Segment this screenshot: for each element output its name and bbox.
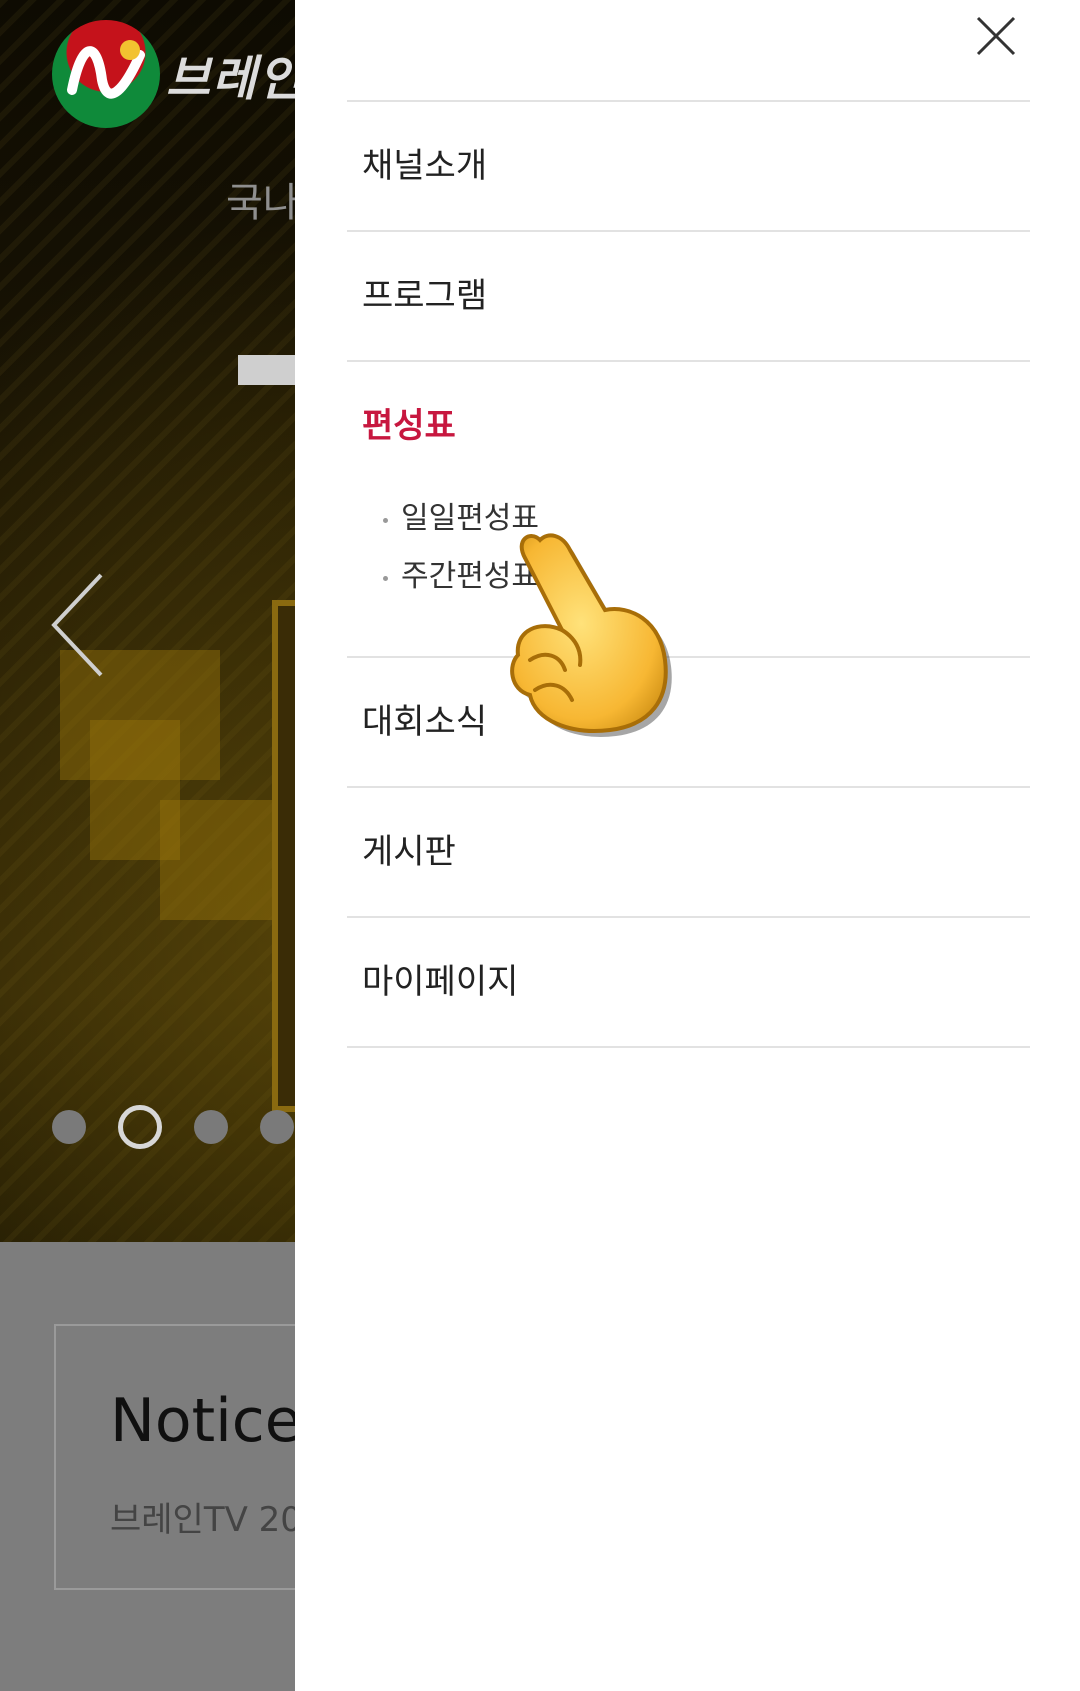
slider-dot[interactable] — [194, 1110, 228, 1144]
chevron-left-icon[interactable] — [46, 570, 106, 684]
site-logo[interactable]: 브레인 — [52, 20, 304, 128]
menu-item-channel-intro: 채널소개 — [347, 102, 1030, 232]
menu-item-label[interactable]: 마이페이지 — [347, 918, 1030, 1046]
menu-item-label[interactable]: 프로그램 — [347, 232, 1030, 360]
slider-dot[interactable] — [52, 1110, 86, 1144]
hero-subtitle: 국나 — [226, 180, 300, 226]
submenu-item-weekly-schedule[interactable]: 주간편성표 — [377, 548, 1030, 606]
menu-item-board: 게시판 — [347, 788, 1030, 918]
slider-dots — [52, 1105, 294, 1149]
hero-deco — [160, 800, 280, 920]
notice-text: 브레인TV 202 — [110, 1500, 324, 1540]
close-icon[interactable] — [970, 10, 1022, 62]
menu-item-label-active[interactable]: 편성표 — [347, 362, 1030, 490]
menu-item-mypage: 마이페이지 — [347, 918, 1030, 1048]
submenu-item-daily-schedule[interactable]: 일일편성표 — [377, 490, 1030, 548]
logo-text: 브레인 — [166, 51, 305, 107]
menu-item-label[interactable]: 게시판 — [347, 788, 1030, 916]
slider-dot[interactable] — [260, 1110, 294, 1144]
pointing-hand-icon — [500, 520, 700, 754]
menu-item-program: 프로그램 — [347, 232, 1030, 362]
slider-dot-active[interactable] — [118, 1105, 162, 1149]
menu-item-label[interactable]: 채널소개 — [347, 102, 1030, 230]
logo-emblem-icon — [52, 20, 160, 128]
